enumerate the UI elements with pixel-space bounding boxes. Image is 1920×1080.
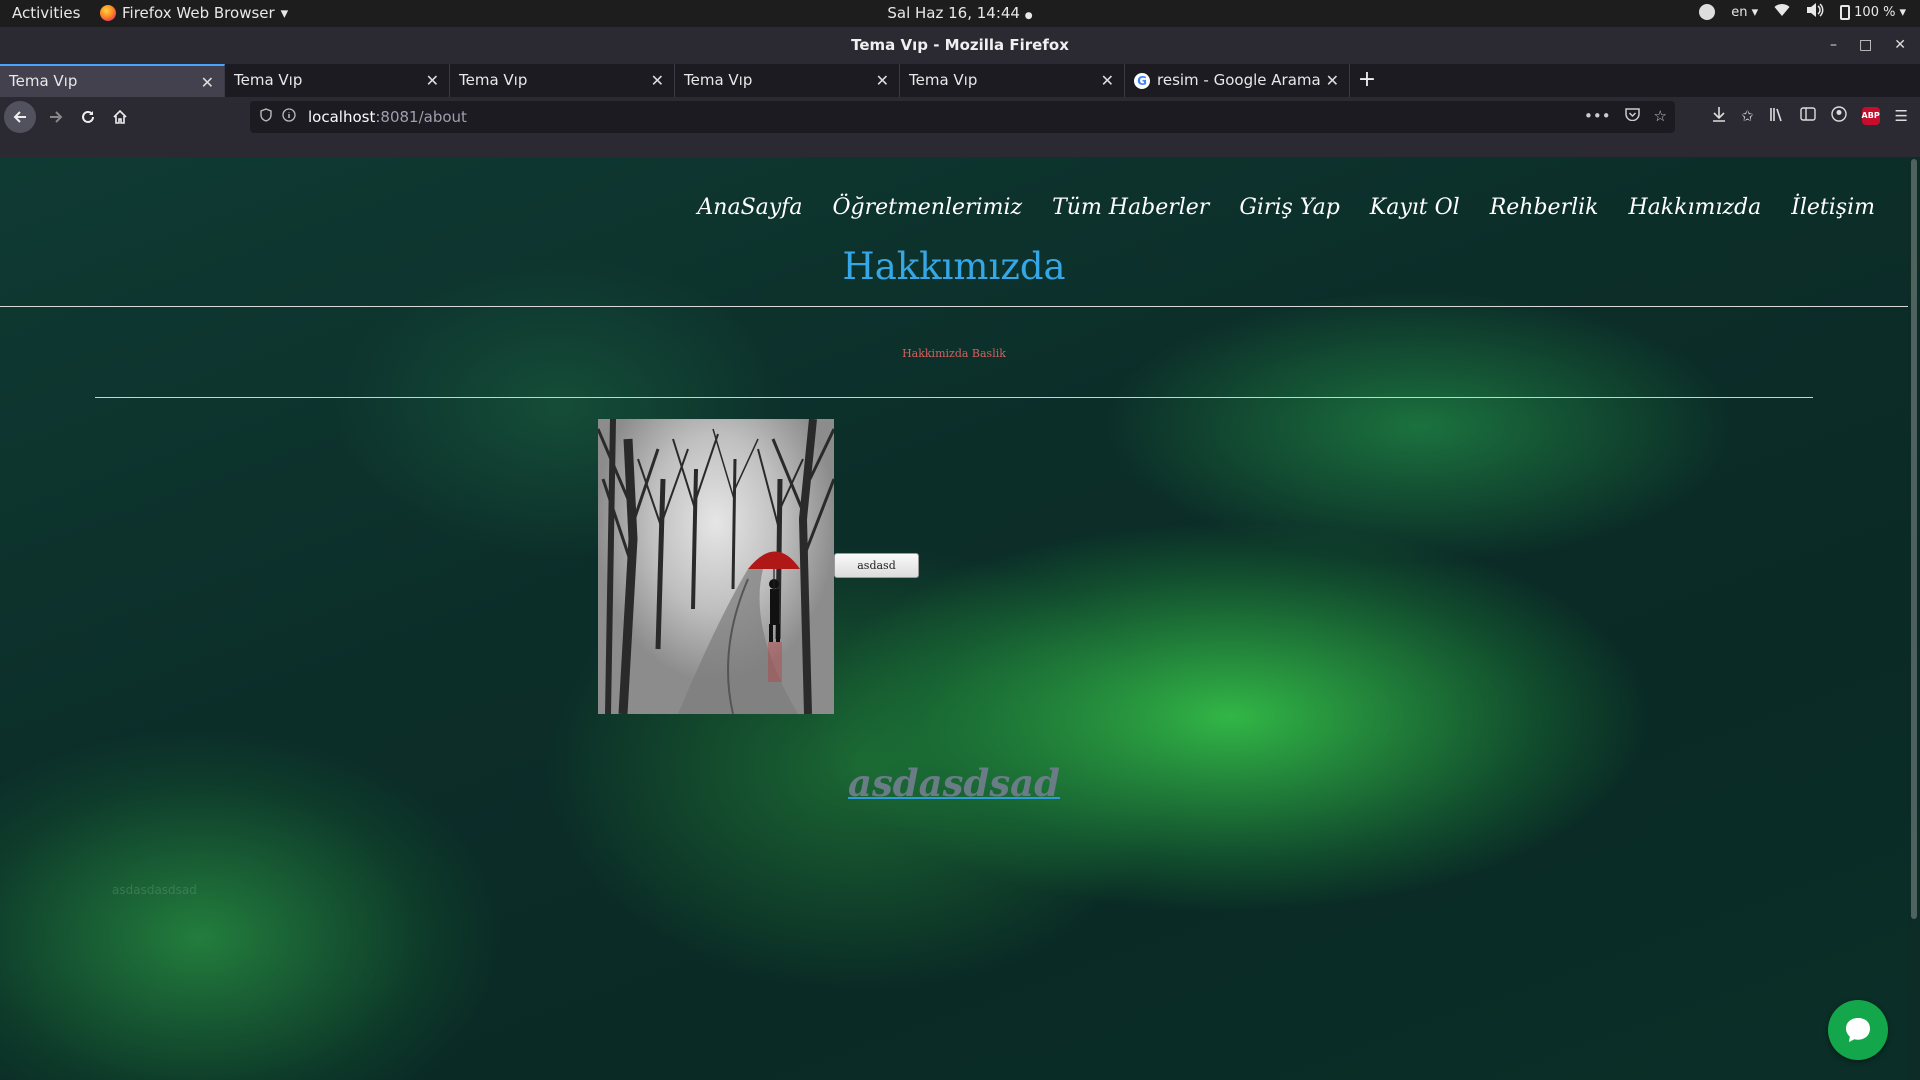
close-tab-icon[interactable]: ✕ <box>1101 64 1114 97</box>
battery-indicator[interactable]: 100 % ▾ <box>1840 4 1906 20</box>
image-action-button[interactable]: asdasd <box>834 553 919 578</box>
big-link-container: asdasdsad <box>0 761 1908 805</box>
tab-strip: Tema Vıp ✕ Tema Vıp ✕ Tema Vıp ✕ Tema Vı… <box>0 64 1920 97</box>
activities-button[interactable]: Activities <box>12 4 80 22</box>
wifi-icon[interactable] <box>1774 3 1790 21</box>
chevron-down-icon: ▾ <box>280 4 289 22</box>
nav-link-rehberlik[interactable]: Rehberlik <box>1490 195 1599 220</box>
tab-label: Tema Vıp <box>9 72 78 90</box>
toolbar-spacer <box>0 137 1920 157</box>
accessibility-icon[interactable] <box>1699 4 1716 20</box>
close-window-button[interactable]: ✕ <box>1894 27 1906 64</box>
tab-label: Tema Vıp <box>684 71 753 89</box>
url-text[interactable]: localhost:8081/about <box>308 108 467 126</box>
system-top-bar: Activities Firefox Web Browser ▾ Sal Haz… <box>0 0 1920 27</box>
bookmark-star-icon[interactable]: ☆ <box>1654 107 1667 125</box>
adblock-icon[interactable]: ABP <box>1861 107 1880 125</box>
library-icon[interactable] <box>1769 107 1785 126</box>
nav-link-tum-haberler[interactable]: Tüm Haberler <box>1052 195 1209 220</box>
page-scrollbar[interactable] <box>1908 157 1920 1080</box>
reload-icon <box>82 110 94 123</box>
tab-google-search[interactable]: G resim - Google Arama ✕ <box>1125 64 1350 97</box>
new-tab-button[interactable]: + <box>1350 64 1384 97</box>
window-controls: – □ ✕ <box>1830 27 1906 64</box>
close-tab-icon[interactable]: ✕ <box>201 66 214 99</box>
reload-button[interactable] <box>72 101 104 133</box>
url-path: :8081/about <box>375 108 467 126</box>
info-icon[interactable] <box>282 108 296 126</box>
language-label: en <box>1731 4 1748 20</box>
nav-link-iletisim[interactable]: İletişim <box>1791 195 1875 220</box>
window-title: Tema Vıp - Mozilla Firefox <box>851 36 1069 54</box>
nav-link-anasayfa[interactable]: AnaSayfa <box>697 195 802 220</box>
app-menu[interactable]: Firefox Web Browser ▾ <box>100 4 288 22</box>
back-icon <box>13 111 26 123</box>
forward-icon <box>50 111 63 123</box>
shield-icon[interactable] <box>260 108 272 126</box>
nav-link-ogretmenlerimiz[interactable]: Öğretmenlerimiz <box>832 195 1022 220</box>
notification-dot-icon: ● <box>1024 11 1033 21</box>
chat-widget-button[interactable] <box>1828 1000 1888 1060</box>
clock[interactable]: Sal Haz 16, 14:44 ● <box>887 4 1032 22</box>
account-icon[interactable] <box>1830 106 1847 126</box>
navigation-toolbar: localhost:8081/about ••• ☆ ✩ ABP ☰ <box>0 97 1920 137</box>
close-tab-icon[interactable]: ✕ <box>651 64 664 97</box>
bookmarks-icon[interactable]: ✩ <box>1741 107 1754 125</box>
content-divider <box>95 397 1813 398</box>
about-image <box>598 419 834 714</box>
pocket-icon[interactable] <box>1624 107 1640 125</box>
home-icon <box>113 109 127 124</box>
home-button[interactable] <box>104 101 136 133</box>
tab[interactable]: Tema Vıp ✕ <box>0 64 225 97</box>
tab[interactable]: Tema Vıp ✕ <box>225 64 450 97</box>
chevron-down-icon: ▾ <box>1751 4 1759 20</box>
volume-icon[interactable] <box>1806 3 1824 21</box>
page-title: Hakkımızda <box>842 245 1066 288</box>
close-tab-icon[interactable]: ✕ <box>426 64 439 97</box>
nav-link-giris-yap[interactable]: Giriş Yap <box>1239 195 1339 220</box>
hamburger-menu-icon[interactable]: ☰ <box>1895 107 1908 125</box>
close-tab-icon[interactable]: ✕ <box>1326 64 1339 97</box>
system-tray[interactable]: en ▾ 100 % ▾ <box>1699 3 1906 21</box>
faint-footer-text: asdasdasdsad <box>112 883 197 897</box>
tab-label: Tema Vıp <box>459 71 528 89</box>
content-link[interactable]: asdasdsad <box>848 761 1060 805</box>
tab[interactable]: Tema Vıp ✕ <box>675 64 900 97</box>
chevron-down-icon: ▾ <box>1899 4 1906 20</box>
language-indicator[interactable]: en ▾ <box>1731 5 1758 20</box>
about-heading: Hakkimizda Baslik <box>902 347 1006 360</box>
sidebar-icon[interactable] <box>1799 107 1816 125</box>
download-icon[interactable] <box>1712 106 1726 126</box>
forward-button[interactable] <box>40 101 72 133</box>
minimize-button[interactable]: – <box>1830 27 1837 64</box>
battery-percentage: 100 % <box>1854 4 1896 20</box>
url-bar[interactable]: localhost:8081/about ••• ☆ <box>250 101 1675 133</box>
maximize-button[interactable]: □ <box>1859 27 1872 64</box>
web-page: AnaSayfa Öğretmenlerimiz Tüm Haberler Gi… <box>0 157 1920 1080</box>
battery-icon <box>1840 4 1851 20</box>
more-icon[interactable]: ••• <box>1584 107 1611 125</box>
nav-link-hakkimizda[interactable]: Hakkımızda <box>1629 195 1762 220</box>
site-navigation: AnaSayfa Öğretmenlerimiz Tüm Haberler Gi… <box>697 195 1875 220</box>
scrollbar-thumb[interactable] <box>1911 159 1917 919</box>
tab-label: resim - Google Arama <box>1157 71 1321 89</box>
window-title-bar[interactable]: Tema Vıp - Mozilla Firefox – □ ✕ <box>0 27 1920 64</box>
chat-bubble-icon <box>1846 1018 1870 1042</box>
tab-label: Tema Vıp <box>234 71 303 89</box>
tab[interactable]: Tema Vıp ✕ <box>450 64 675 97</box>
tab-label: Tema Vıp <box>909 71 978 89</box>
url-host: localhost <box>308 108 376 126</box>
header-divider <box>0 306 1908 307</box>
close-tab-icon[interactable]: ✕ <box>876 64 889 97</box>
url-bar-actions: ••• ☆ <box>1584 107 1667 125</box>
google-favicon-icon: G <box>1134 72 1150 89</box>
tab[interactable]: Tema Vıp ✕ <box>900 64 1125 97</box>
app-menu-label: Firefox Web Browser <box>122 4 275 22</box>
clock-label: Sal Haz 16, 14:44 <box>887 4 1020 22</box>
back-button[interactable] <box>4 101 36 133</box>
toolbar-icons: ✩ ABP ☰ <box>1712 106 1908 126</box>
firefox-icon <box>100 5 116 21</box>
nav-link-kayit-ol[interactable]: Kayıt Ol <box>1370 195 1460 220</box>
